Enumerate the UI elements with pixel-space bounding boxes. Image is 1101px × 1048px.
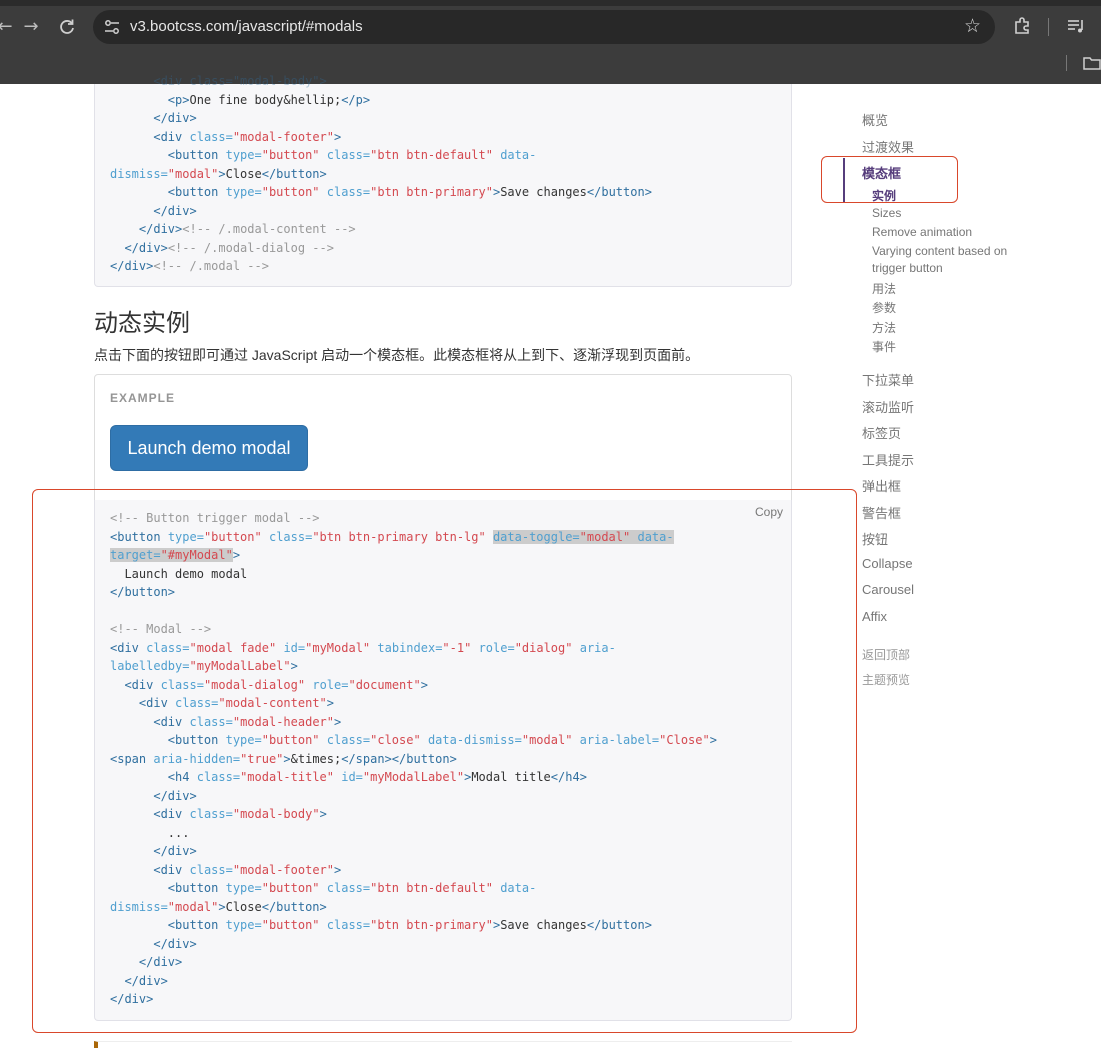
back-arrow-icon[interactable]: ← [0,16,16,38]
section-description: 点击下面的按钮即可通过 JavaScript 启动一个模态框。此模态框将从上到下… [94,347,700,363]
bookmark-folder-icon[interactable] [1083,55,1101,71]
sidebar-item-carousel[interactable]: Carousel [862,582,914,597]
sidebar-item-collapse[interactable]: Collapse [862,556,913,571]
sidebar-item-alerts[interactable]: 警告框 [862,503,901,522]
tab-strip [0,0,1101,6]
launch-demo-modal-button[interactable]: Launch demo modal [110,425,308,471]
sidebar-subitem-remove-animation[interactable]: Remove animation [872,225,972,239]
annotation-box-sidebar [821,156,958,203]
code-line: <div class="modal-body"> [110,74,327,88]
sidebar-subitem-varying-content-cont[interactable]: trigger button [872,261,943,275]
address-bar[interactable]: v3.bootcss.com/javascript/#modals ☆ [93,10,995,44]
sidebar-item-affix[interactable]: Affix [862,609,887,624]
sidebar-subitem-varying-content[interactable]: Varying content based on [872,244,1007,258]
forward-arrow-icon[interactable]: → [20,16,42,38]
sidebar-subitem-usage[interactable]: 用法 [872,280,896,297]
bookmark-star-icon[interactable]: ☆ [964,15,981,37]
toolbar-divider [1048,18,1049,36]
sidebar-subitem-events[interactable]: 事件 [872,338,896,355]
sidebar-item-popovers[interactable]: 弹出框 [862,476,901,495]
sidebar-item-buttons[interactable]: 按钮 [862,529,888,548]
sidebar-item-tabs[interactable]: 标签页 [862,423,901,442]
annotation-box-code [32,489,857,1033]
back-to-top-link[interactable]: 返回顶部 [862,646,910,663]
section-title: 动态实例 [94,310,190,337]
code-block-modal-markup-tail: <div class="modal-body"> <p>One fine bod… [94,74,792,287]
next-callout-edge [94,1041,792,1048]
sidebar-item-transitions[interactable]: 过渡效果 [862,137,914,156]
code-text: <div class="modal-body"> <p>One fine bod… [110,74,652,273]
extensions-puzzle-icon[interactable] [1012,16,1032,36]
bookmark-bar-divider [1066,55,1067,71]
sidebar-subitem-methods[interactable]: 方法 [872,319,896,336]
theme-preview-link[interactable]: 主题预览 [862,671,910,688]
example-box: EXAMPLE Launch demo modal [94,374,792,501]
sidebar-subitem-sizes[interactable]: Sizes [872,206,901,220]
reload-icon[interactable] [56,16,78,38]
sidebar-subitem-options[interactable]: 参数 [872,299,896,316]
media-queue-icon[interactable] [1066,16,1086,36]
sidebar-item-scrollspy[interactable]: 滚动监听 [862,397,914,416]
site-settings-icon[interactable] [103,18,121,36]
example-label: EXAMPLE [110,391,176,405]
sidebar-item-dropdowns[interactable]: 下拉菜单 [862,370,914,389]
url-text[interactable]: v3.bootcss.com/javascript/#modals [130,18,363,36]
sidebar-item-tooltips[interactable]: 工具提示 [862,450,914,469]
sidebar-item-overview[interactable]: 概览 [862,110,888,129]
